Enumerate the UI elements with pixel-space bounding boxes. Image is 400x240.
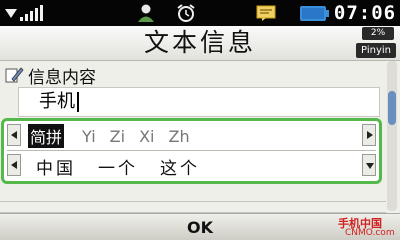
ruled-lines (0, 191, 386, 213)
field-label-row: 信息内容 (4, 63, 96, 88)
candidate-word[interactable]: 一个 (98, 154, 138, 179)
edit-pen-icon (5, 67, 24, 83)
panel-divider (7, 150, 376, 151)
candidate-more-arrow-icon[interactable] (362, 154, 376, 176)
vertical-scrollbar[interactable] (387, 61, 397, 211)
message-icon (255, 0, 277, 26)
signal-icon (4, 0, 44, 26)
char-count-badge: 2% (362, 27, 394, 40)
message-text: 手机 (39, 91, 75, 112)
pinyin-option[interactable]: Zh (168, 127, 189, 146)
pinyin-option[interactable]: Yi (82, 127, 96, 146)
watermark-en: CNMO.com (345, 228, 395, 238)
text-caret (77, 92, 79, 112)
title-bar: 文本信息 2% Pinyin (0, 26, 400, 61)
candidate-list: 中国 一个 这个 (36, 154, 222, 179)
watermark-logo: 手机中国 CNMO.com (336, 215, 400, 240)
alarm-icon (175, 0, 197, 26)
input-mode-badge[interactable]: Pinyin (356, 43, 396, 58)
message-input[interactable]: 手机 (18, 87, 380, 117)
battery-icon (298, 0, 329, 26)
pinyin-option[interactable]: Zi (110, 127, 125, 146)
pinyin-options: 简拼 Yi Zi Xi Zh (28, 124, 204, 148)
pinyin-next-arrow-icon[interactable] (362, 124, 376, 146)
pinyin-option-selected[interactable]: 简拼 (28, 124, 65, 148)
field-label: 信息内容 (28, 67, 96, 88)
ok-button[interactable]: OK (176, 214, 224, 240)
clock: 07:06 (333, 2, 397, 24)
pinyin-prev-arrow-icon[interactable] (7, 124, 21, 146)
candidate-word[interactable]: 中国 (36, 154, 76, 179)
page-title: 文本信息 (143, 28, 256, 57)
softkey-bar: OK 手机中国 CNMO.com (0, 213, 400, 240)
phone-screen: 07:06 文本信息 2% Pinyin 信息内容 手机 简拼 Yi Zi Xi… (0, 0, 400, 240)
scrollbar-thumb[interactable] (388, 91, 396, 125)
ime-candidate-panel: 简拼 Yi Zi Xi Zh 中国 一个 这个 (1, 118, 382, 184)
status-bar: 07:06 (0, 0, 400, 26)
candidate-prev-arrow-icon[interactable] (7, 154, 21, 176)
person-icon (135, 0, 157, 26)
pinyin-option[interactable]: Xi (139, 127, 154, 146)
candidate-word[interactable]: 这个 (160, 154, 200, 179)
